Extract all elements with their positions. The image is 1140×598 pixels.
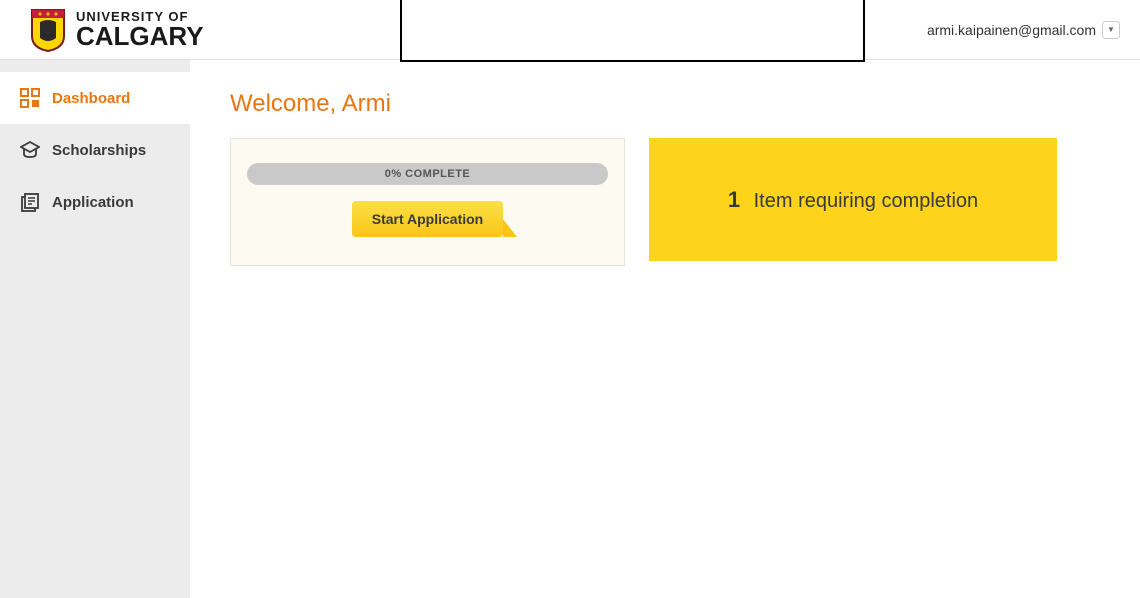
user-email: armi.kaipainen@gmail.com (927, 22, 1096, 38)
university-bottom-text: CALGARY (76, 23, 204, 49)
chevron-down-icon: ▼ (1107, 25, 1115, 34)
progress-label: 0% COMPLETE (385, 168, 471, 180)
completion-label: Item requiring completion (754, 190, 979, 212)
application-icon (20, 192, 40, 212)
university-name: UNIVERSITY OF CALGARY (76, 10, 204, 49)
sidebar: Dashboard Scholarships Application (0, 60, 190, 598)
user-dropdown-button[interactable]: ▼ (1102, 21, 1120, 39)
logo-area: UNIVERSITY OF CALGARY (30, 8, 204, 52)
page-title: Welcome, Armi (230, 90, 1100, 118)
main-content: Welcome, Armi 0% COMPLETE Start Applicat… (190, 60, 1140, 598)
sidebar-item-application[interactable]: Application (0, 176, 190, 228)
scholarship-icon (20, 140, 40, 160)
completion-text: 1 Item requiring completion (728, 187, 978, 213)
sidebar-item-label: Dashboard (52, 90, 130, 107)
completion-card[interactable]: 1 Item requiring completion (649, 138, 1057, 261)
header-empty-box (400, 0, 865, 62)
user-area: armi.kaipainen@gmail.com ▼ (927, 21, 1120, 39)
sidebar-item-scholarships[interactable]: Scholarships (0, 124, 190, 176)
sidebar-item-label: Scholarships (52, 142, 146, 159)
start-application-button[interactable]: Start Application (352, 201, 504, 237)
application-progress-card: 0% COMPLETE Start Application (230, 138, 625, 266)
content-area: Dashboard Scholarships Application Welco… (0, 60, 1140, 598)
cards-row: 0% COMPLETE Start Application 1 Item req… (230, 138, 1100, 266)
progress-bar: 0% COMPLETE (247, 163, 608, 185)
dashboard-icon (20, 88, 40, 108)
university-shield-icon (30, 8, 66, 52)
sidebar-item-label: Application (52, 194, 134, 211)
sidebar-item-dashboard[interactable]: Dashboard (0, 72, 190, 124)
header: UNIVERSITY OF CALGARY armi.kaipainen@gma… (0, 0, 1140, 60)
completion-count: 1 (728, 187, 740, 212)
